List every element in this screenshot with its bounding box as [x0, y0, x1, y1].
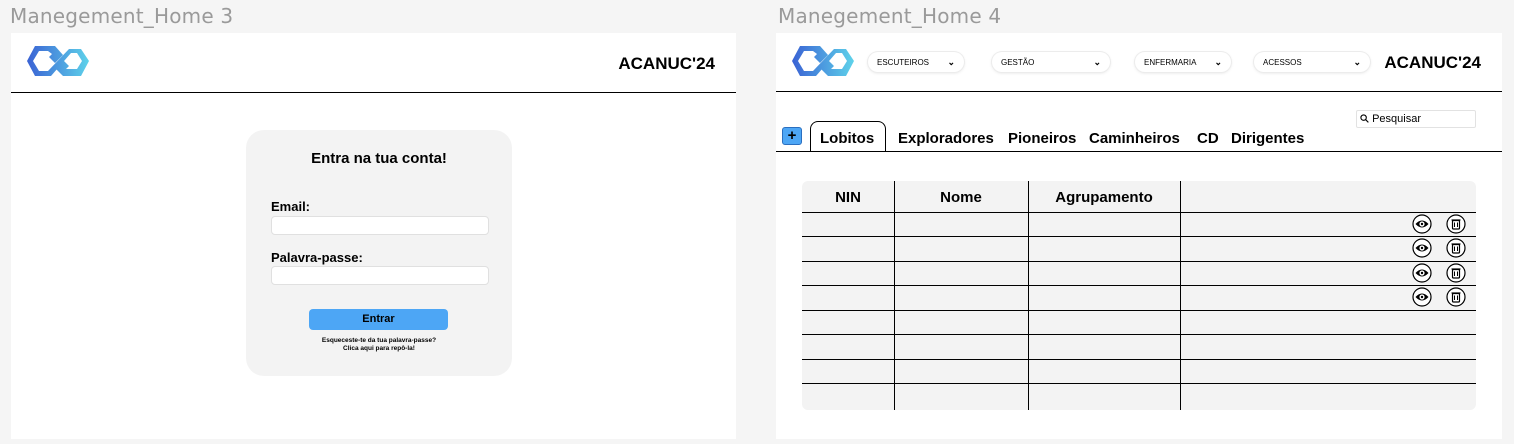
eye-icon[interactable] — [1412, 238, 1432, 258]
password-label: Palavra-passe: — [271, 250, 363, 265]
chevron-down-icon: ⌄ — [1353, 56, 1361, 67]
trash-icon[interactable] — [1446, 238, 1466, 258]
row-divider — [802, 334, 1476, 335]
email-label: Email: — [271, 199, 311, 214]
data-table: NIN Nome Agrupamento — [802, 181, 1476, 410]
chevron-down-icon: ⌄ — [1093, 56, 1101, 67]
login-frame: ACANUC'24 Entra na tua conta! Email: Pal… — [11, 33, 736, 439]
trash-icon[interactable] — [1446, 263, 1466, 283]
search-placeholder: Pesquisar — [1372, 113, 1421, 125]
menu-escuteiros[interactable]: ESCUTEIROS ⌄ — [868, 52, 964, 72]
add-button[interactable]: + — [782, 127, 802, 145]
logo-icon — [27, 46, 89, 76]
search-icon — [1360, 114, 1369, 123]
password-field[interactable] — [271, 266, 489, 285]
login-title: Entra na tua conta! — [311, 150, 447, 167]
tab-lobitos[interactable]: Lobitos — [820, 130, 874, 147]
menu-enfermaria-label: ENFERMARIA — [1144, 57, 1197, 67]
column-divider — [894, 181, 895, 410]
row-divider — [802, 383, 1476, 384]
row-divider — [802, 261, 1476, 262]
trash-icon[interactable] — [1446, 287, 1466, 307]
column-header-nome: Nome — [940, 189, 982, 206]
row-divider — [802, 236, 1476, 237]
header-divider — [11, 92, 736, 93]
eye-icon[interactable] — [1412, 214, 1432, 234]
menu-escuteiros-label: ESCUTEIROS — [877, 57, 930, 67]
column-header-nin: NIN — [835, 189, 861, 206]
management-frame: ESCUTEIROS ⌄ GESTÃO ⌄ ENFERMARIA ⌄ ACESS… — [776, 33, 1502, 439]
frame-label-login: Manegement_Home 3 — [10, 4, 234, 28]
row-divider — [802, 285, 1476, 286]
email-field[interactable] — [271, 216, 489, 235]
column-divider — [1028, 181, 1029, 410]
trash-icon[interactable] — [1446, 214, 1466, 234]
row-divider — [802, 310, 1476, 311]
eye-icon[interactable] — [1412, 263, 1432, 283]
tab-exploradores[interactable]: Exploradores — [898, 130, 994, 147]
column-divider — [1180, 181, 1181, 410]
chevron-down-icon: ⌄ — [1214, 56, 1222, 67]
menu-acessos[interactable]: ACESSOS ⌄ — [1254, 52, 1370, 72]
menu-enfermaria[interactable]: ENFERMARIA ⌄ — [1135, 52, 1231, 72]
row-divider — [802, 359, 1476, 360]
frame-label-management: Manegement_Home 4 — [778, 4, 1002, 28]
menu-acessos-label: ACESSOS — [1263, 57, 1302, 67]
tab-caminheiros[interactable]: Caminheiros — [1089, 130, 1180, 147]
tab-pioneiros[interactable]: Pioneiros — [1008, 130, 1076, 147]
login-card: Entra na tua conta! Email: Palavra-passe… — [246, 130, 512, 376]
brand-title: ACANUC'24 — [1384, 53, 1481, 72]
header-divider — [776, 91, 1502, 92]
tab-dirigentes[interactable]: Dirigentes — [1231, 130, 1304, 147]
search-input[interactable]: Pesquisar — [1356, 110, 1476, 128]
menu-gestao[interactable]: GESTÃO ⌄ — [992, 52, 1110, 72]
column-header-agrupamento: Agrupamento — [1055, 189, 1153, 206]
tab-cd[interactable]: CD — [1197, 130, 1219, 147]
brand-title: ACANUC'24 — [618, 54, 715, 73]
forgot-line-2: Clica aqui para repô-la! — [343, 345, 415, 352]
eye-icon[interactable] — [1412, 287, 1432, 307]
tabs-divider — [776, 151, 1502, 152]
row-divider — [802, 212, 1476, 213]
forgot-password-link[interactable]: Esqueceste-te da tua palavra-passe? Clic… — [246, 337, 512, 353]
logo-icon — [792, 46, 854, 76]
login-button[interactable]: Entrar — [309, 309, 448, 330]
chevron-down-icon: ⌄ — [947, 56, 955, 67]
forgot-line-1: Esqueceste-te da tua palavra-passe? — [321, 337, 437, 344]
menu-gestao-label: GESTÃO — [1001, 57, 1035, 67]
